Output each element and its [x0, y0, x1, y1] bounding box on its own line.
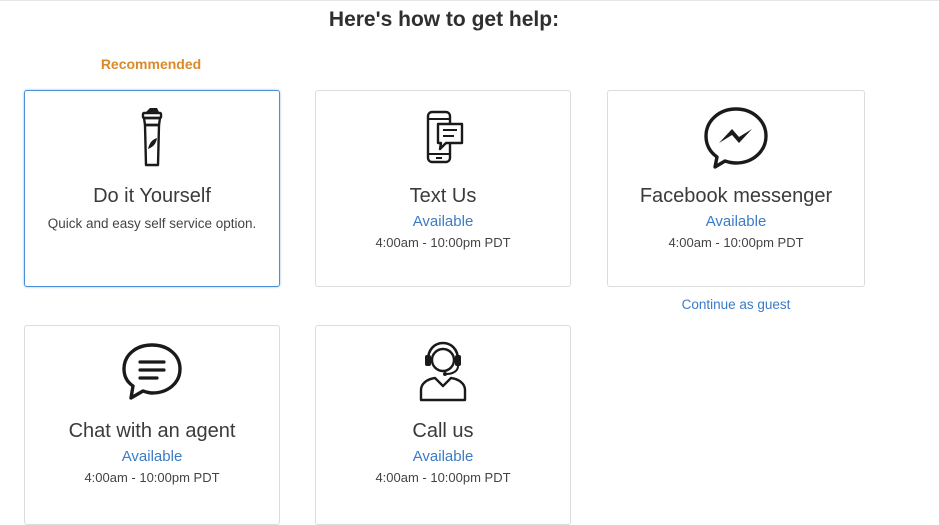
headset-agent-icon [408, 340, 478, 404]
availability-status: Available [412, 448, 474, 465]
option-title: Chat with an agent [68, 420, 236, 442]
service-hours: 4:00am - 10:00pm PDT [668, 235, 804, 250]
service-hours: 4:00am - 10:00pm PDT [84, 470, 220, 485]
option-card-facebook-messenger[interactable]: Facebook messenger Available 4:00am - 10… [607, 90, 865, 287]
messenger-icon [701, 105, 771, 169]
option-title: Facebook messenger [639, 185, 833, 207]
continue-as-guest-link[interactable]: Continue as guest [607, 297, 865, 312]
availability-status: Available [121, 448, 183, 465]
availability-status: Available [705, 213, 767, 230]
option-card-do-it-yourself[interactable]: Do it Yourself Quick and easy self servi… [24, 90, 280, 287]
phone-message-icon [408, 105, 478, 169]
option-description: Quick and easy self service option. [47, 216, 257, 231]
chat-bubble-icon [117, 340, 187, 404]
availability-status: Available [412, 213, 474, 230]
service-hours: 4:00am - 10:00pm PDT [375, 470, 511, 485]
recommended-label: Recommended [100, 56, 202, 72]
service-hours: 4:00am - 10:00pm PDT [375, 235, 511, 250]
top-divider [0, 0, 939, 1]
option-card-chat-with-agent[interactable]: Chat with an agent Available 4:00am - 10… [24, 325, 280, 525]
option-title: Do it Yourself [93, 185, 211, 207]
option-card-call-us[interactable]: Call us Available 4:00am - 10:00pm PDT [315, 325, 571, 525]
option-title: Text Us [409, 185, 477, 207]
option-card-text-us[interactable]: Text Us Available 4:00am - 10:00pm PDT [315, 90, 571, 287]
option-title: Call us [412, 420, 474, 442]
page-title: Here's how to get help: [328, 8, 560, 31]
shaker-bottle-icon [117, 105, 187, 169]
